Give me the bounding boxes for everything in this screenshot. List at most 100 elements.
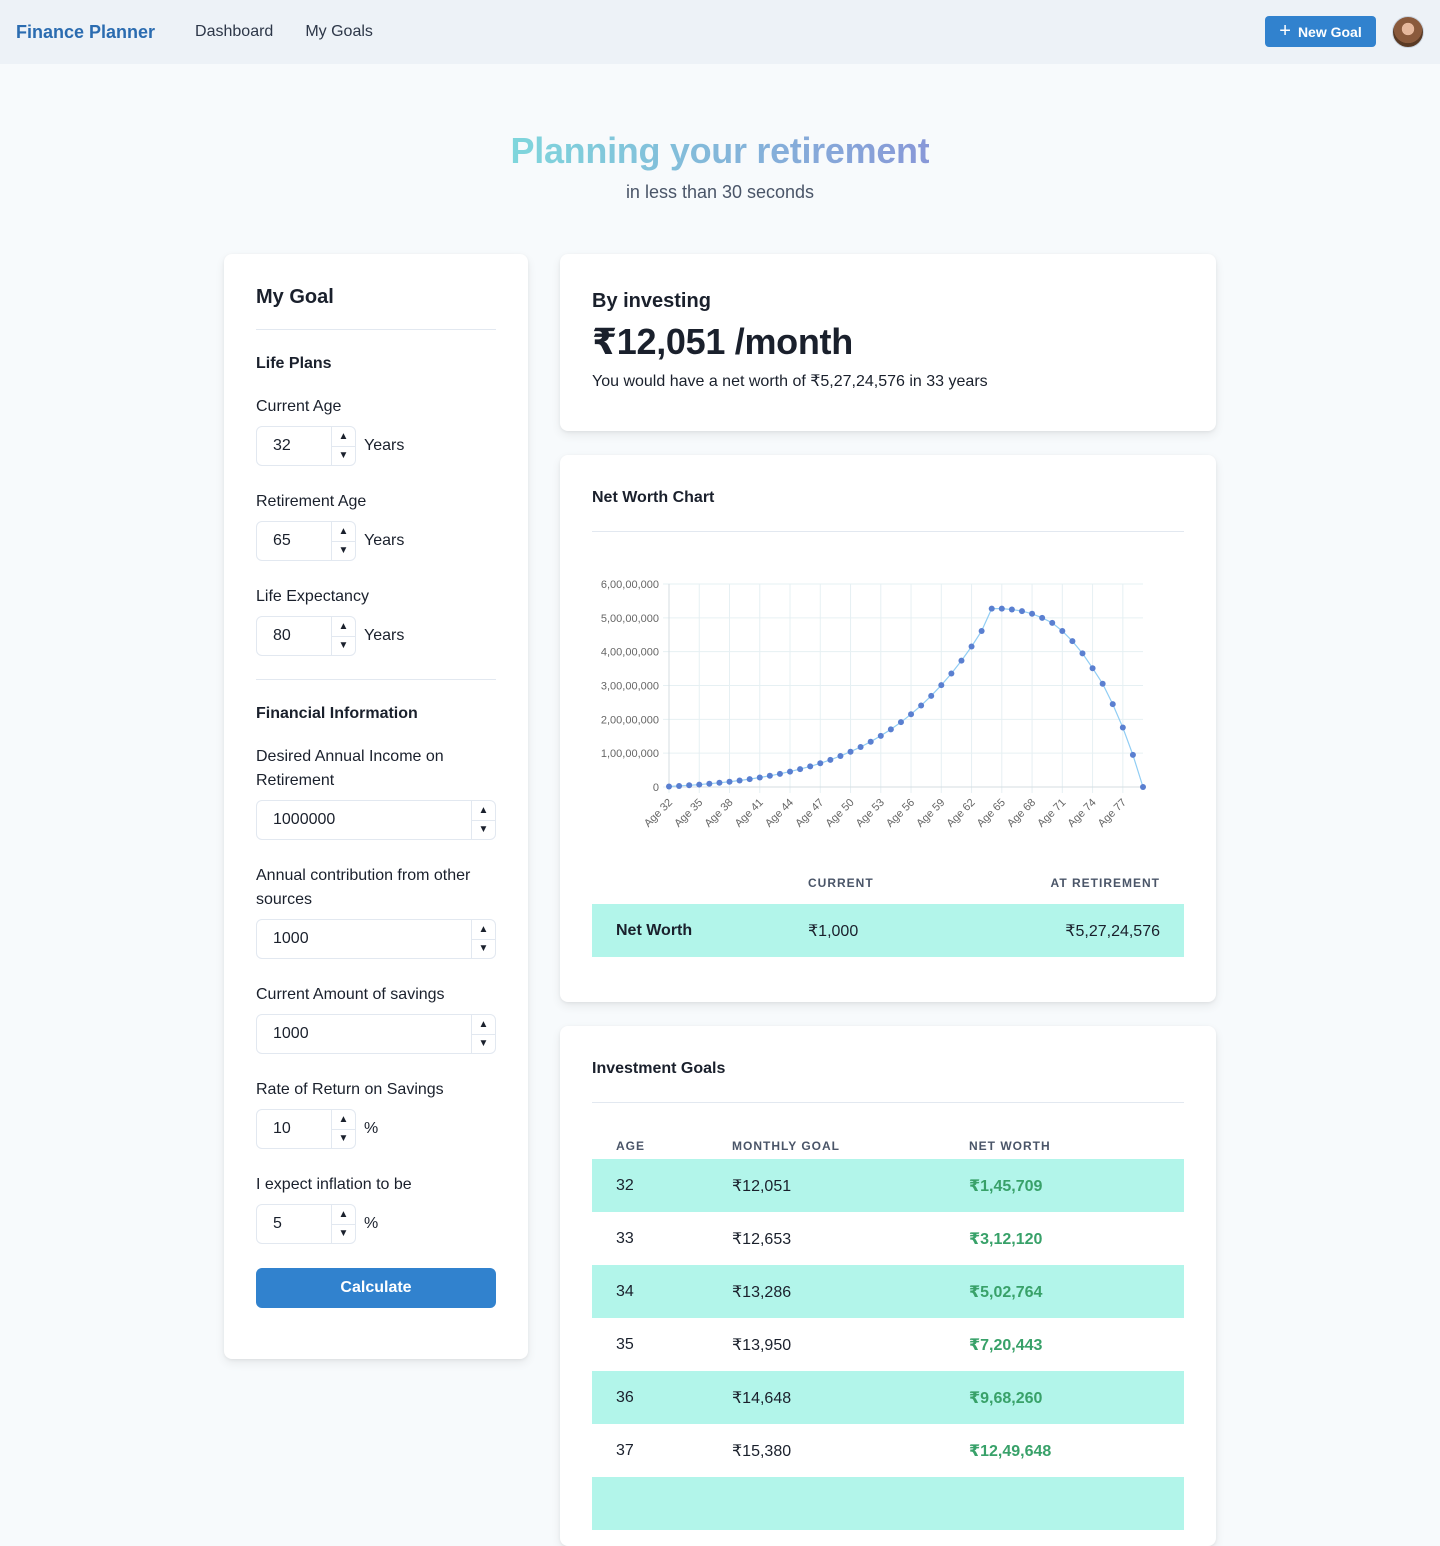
decrement-icon[interactable]: ▼ <box>472 940 495 959</box>
data-point <box>968 643 975 650</box>
data-point <box>908 711 915 718</box>
increment-icon[interactable]: ▲ <box>332 1205 355 1225</box>
data-point <box>928 692 935 699</box>
net-worth-chart-card: Net Worth Chart 0 1,00,00,000 2,00,00,000 3… <box>560 455 1216 1002</box>
table-row: 33 ₹12,653 ₹3,12,120 <box>592 1212 1184 1265</box>
increment-icon[interactable]: ▲ <box>472 1015 495 1035</box>
row-monthly-goal: ₹12,051 <box>732 1177 792 1195</box>
increment-icon[interactable]: ▲ <box>332 617 355 637</box>
retirement-age-stepper: ▲ ▼ <box>331 522 355 560</box>
current-savings-input[interactable]: 1000 ▲ ▼ <box>256 1014 496 1054</box>
data-point <box>1089 665 1096 672</box>
return-rate-row: 10 ▲ ▼ % <box>256 1109 496 1149</box>
desired-income-row: 1000000 ▲ ▼ <box>256 800 496 840</box>
nav-dashboard[interactable]: Dashboard <box>195 23 273 41</box>
data-point <box>776 770 783 777</box>
data-point <box>948 670 955 677</box>
decrement-icon[interactable]: ▼ <box>332 1130 355 1149</box>
data-point <box>766 772 773 779</box>
retirement-age-label: Retirement Age <box>256 493 367 510</box>
nav-my-goals[interactable]: My Goals <box>305 23 373 41</box>
brand-logo[interactable]: Finance Planner <box>16 22 155 43</box>
y-tick-label: 0 <box>653 782 659 794</box>
row-age: 34 <box>616 1282 634 1300</box>
y-tick-label: 5,00,00,000 <box>601 613 659 625</box>
other-contrib-stepper: ▲ ▼ <box>471 920 495 958</box>
x-tick-label: Age 62 <box>945 797 978 830</box>
other-contrib-label: Annual contribution from other sources <box>256 867 471 908</box>
y-tick-label: 3,00,00,000 <box>601 681 659 693</box>
retirement-age-value: 65 <box>273 532 291 549</box>
data-point <box>1039 614 1046 621</box>
calculate-button[interactable]: Calculate <box>256 1268 496 1308</box>
table-row: 35 ₹13,950 ₹7,20,443 <box>592 1318 1184 1371</box>
user-avatar[interactable] <box>1392 16 1424 48</box>
data-point <box>1008 606 1015 613</box>
data-point <box>1018 608 1025 615</box>
decrement-icon[interactable]: ▼ <box>472 821 495 840</box>
data-point <box>837 752 844 759</box>
row-monthly-goal: ₹13,286 <box>732 1283 792 1301</box>
net-worth-chart-title: Net Worth Chart <box>592 489 715 506</box>
x-tick-label: Age 59 <box>914 797 947 830</box>
x-tick-label: Age 74 <box>1066 797 1099 830</box>
plus-icon: + <box>1279 19 1291 42</box>
increment-icon[interactable]: ▲ <box>332 1110 355 1130</box>
life-expectancy-input[interactable]: 80 ▲ ▼ <box>256 616 356 656</box>
current-age-stepper: ▲ ▼ <box>331 427 355 465</box>
decrement-icon[interactable]: ▼ <box>332 447 355 466</box>
net-worth-chart: 0 1,00,00,000 2,00,00,000 3,00,00,000 4,00,0… <box>601 579 1146 830</box>
new-goal-button[interactable]: + New Goal <box>1265 16 1376 47</box>
row-net-worth: ₹12,49,648 <box>969 1442 1052 1460</box>
top-navbar: Finance Planner Dashboard My Goals + New… <box>0 0 1440 64</box>
increment-icon[interactable]: ▲ <box>472 920 495 940</box>
divider <box>592 531 1184 532</box>
data-point <box>918 702 925 709</box>
return-rate-label: Rate of Return on Savings <box>256 1081 444 1098</box>
data-point <box>787 768 794 775</box>
data-point <box>1140 784 1146 790</box>
other-contrib-input[interactable]: 1000 ▲ ▼ <box>256 919 496 959</box>
increment-icon[interactable]: ▲ <box>332 522 355 542</box>
table-row: 36 ₹14,648 ₹9,68,260 <box>592 1371 1184 1424</box>
data-point <box>666 783 672 790</box>
data-point <box>1059 628 1066 635</box>
investment-goals-title: Investment Goals <box>592 1060 726 1077</box>
row-monthly-goal: ₹15,380 <box>732 1442 792 1460</box>
return-rate-input[interactable]: 10 ▲ ▼ <box>256 1109 356 1149</box>
current-age-value: 32 <box>273 437 291 454</box>
life-plans-heading: Life Plans <box>256 355 332 372</box>
data-point <box>817 760 824 767</box>
inflation-input[interactable]: 5 ▲ ▼ <box>256 1204 356 1244</box>
data-point <box>887 726 894 733</box>
current-age-input[interactable]: 32 ▲ ▼ <box>256 426 356 466</box>
row-monthly-goal: ₹14,648 <box>732 1389 792 1407</box>
new-goal-label: New Goal <box>1297 23 1362 40</box>
inflation-label: I expect inflation to be <box>256 1176 412 1193</box>
decrement-icon[interactable]: ▼ <box>332 542 355 561</box>
th-monthly-goal: MONTHLY GOAL <box>732 1139 841 1153</box>
th-at-retirement: AT RETIREMENT <box>1050 876 1160 890</box>
row-monthly-goal: ₹12,653 <box>732 1230 792 1248</box>
desired-income-input[interactable]: 1000000 ▲ ▼ <box>256 800 496 840</box>
x-tick-label: Age 32 <box>642 797 675 830</box>
data-point <box>978 628 985 635</box>
inflation-unit: % <box>364 1215 379 1232</box>
th-net-worth: NET WORTH <box>969 1139 1051 1153</box>
financial-info-heading: Financial Information <box>256 705 418 722</box>
row-age: 36 <box>616 1388 634 1406</box>
inflation-stepper: ▲ ▼ <box>331 1205 355 1243</box>
y-tick-label: 1,00,00,000 <box>601 748 659 760</box>
decrement-icon[interactable]: ▼ <box>332 1225 355 1244</box>
data-point <box>696 781 703 788</box>
increment-icon[interactable]: ▲ <box>332 427 355 447</box>
y-tick-label: 6,00,00,000 <box>601 579 659 591</box>
desired-income-value: 1000000 <box>273 811 336 828</box>
other-contrib-value: 1000 <box>273 930 309 947</box>
decrement-icon[interactable]: ▼ <box>332 637 355 656</box>
investment-goals-card: Investment Goals AGE MONTHLY GOAL NET WO… <box>560 1026 1216 1546</box>
retirement-age-input[interactable]: 65 ▲ ▼ <box>256 521 356 561</box>
increment-icon[interactable]: ▲ <box>472 801 495 821</box>
x-tick-label: Age 38 <box>702 797 735 830</box>
decrement-icon[interactable]: ▼ <box>472 1035 495 1054</box>
